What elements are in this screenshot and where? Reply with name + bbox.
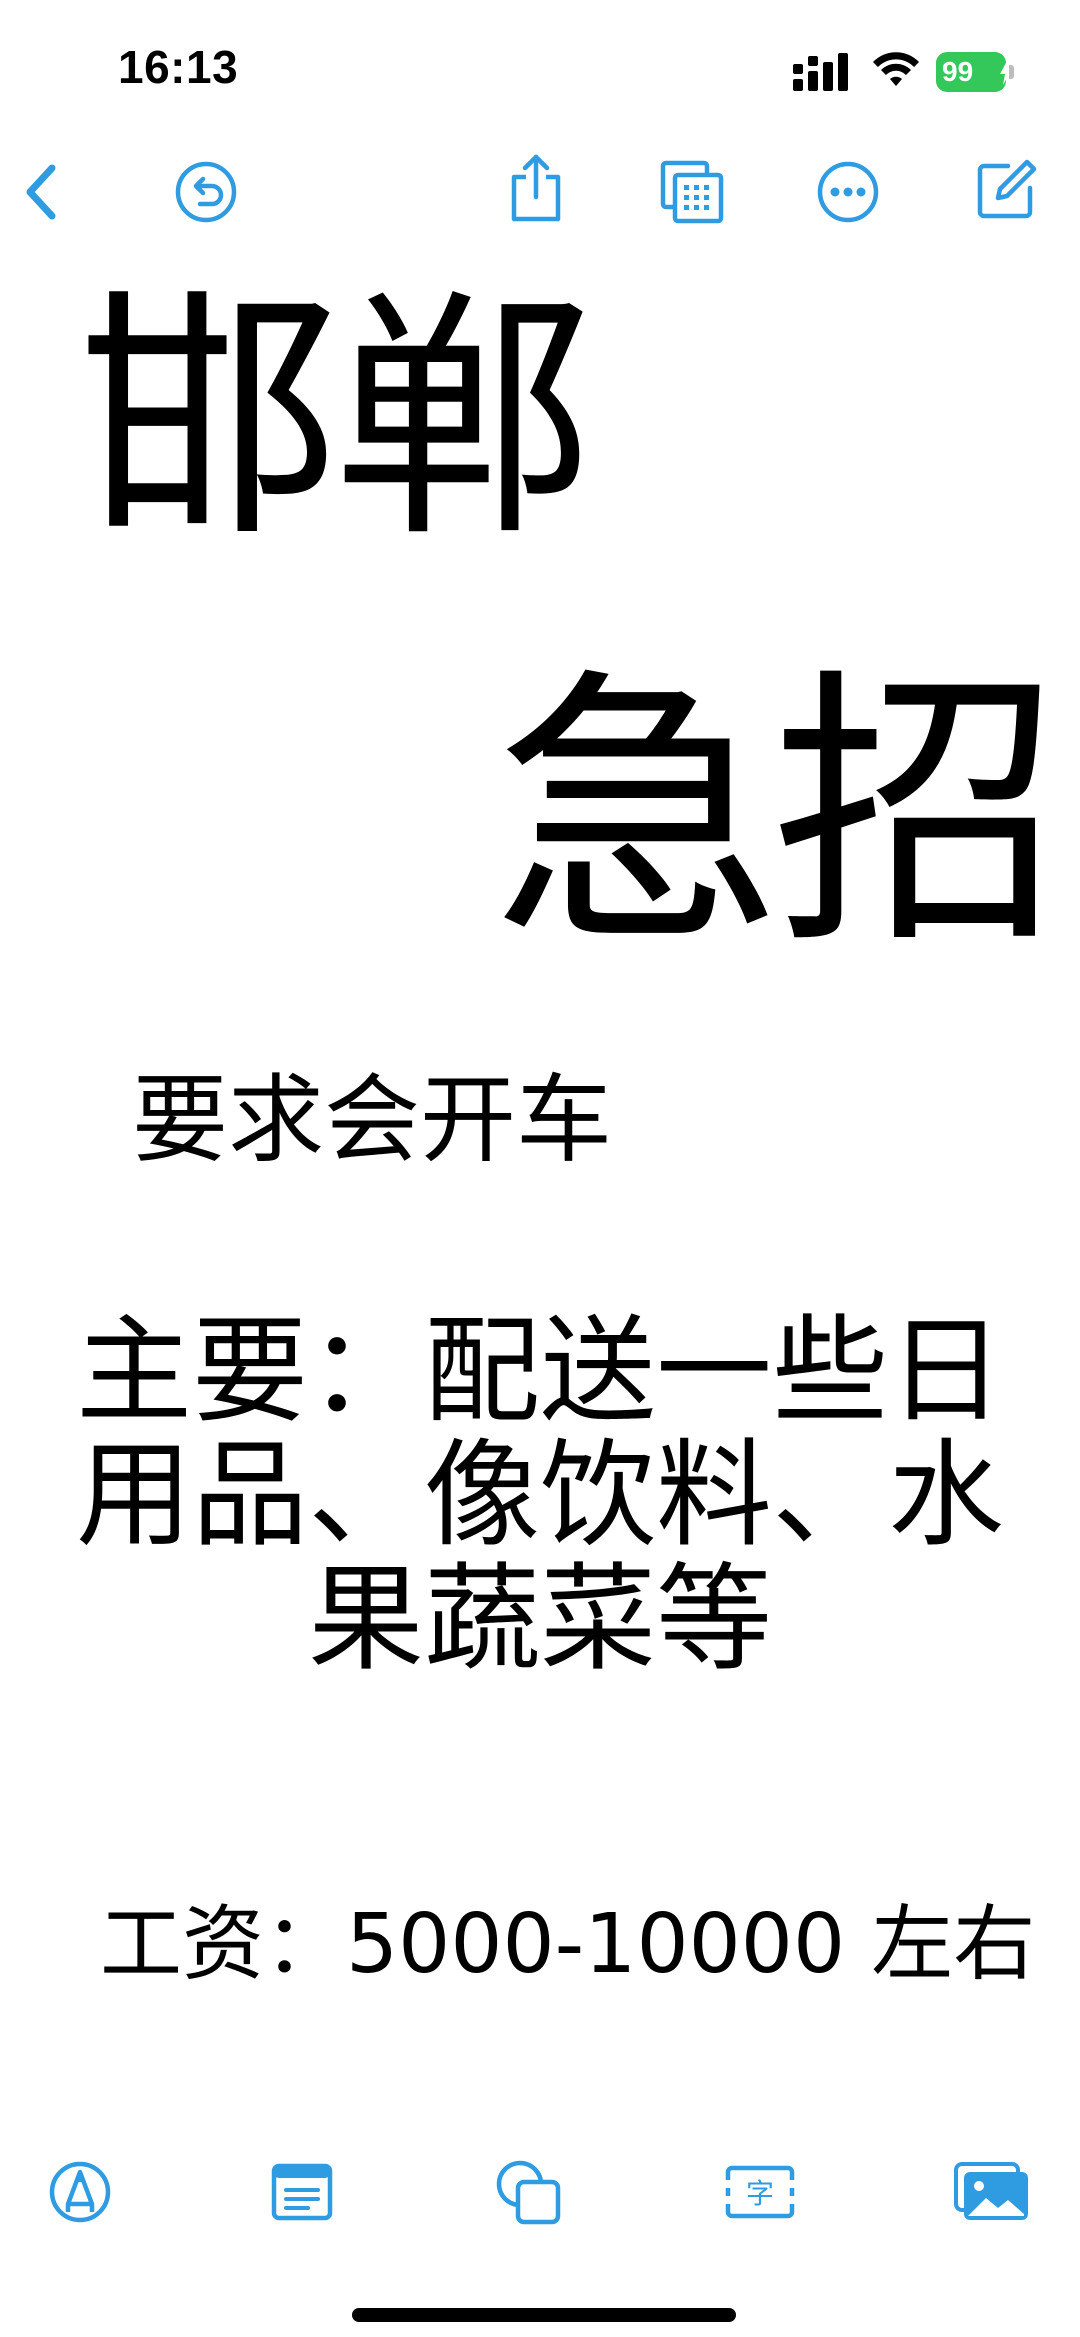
table-icon bbox=[271, 2163, 333, 2221]
table-button[interactable] bbox=[262, 2152, 342, 2232]
text-box-button[interactable]: 字 bbox=[720, 2152, 800, 2232]
shape-icon bbox=[496, 2160, 561, 2225]
text-icon: 字 bbox=[725, 2165, 795, 2219]
duties-text[interactable]: 主要：配送一些日用品、像饮料、水果蔬菜等 bbox=[40, 1310, 1040, 1682]
markup-icon bbox=[49, 2161, 111, 2223]
markup-button[interactable] bbox=[40, 2152, 120, 2232]
salary-text[interactable]: 工资：5000-10000 左右 bbox=[100, 1895, 1035, 1995]
headline-urgent-hiring[interactable]: 急招 bbox=[492, 650, 1062, 980]
svg-text:字: 字 bbox=[746, 2177, 774, 2210]
photo-icon bbox=[954, 2162, 1028, 2220]
photo-button[interactable] bbox=[952, 2152, 1032, 2232]
note-canvas[interactable]: 邯郸 急招 要求会开车 主要：配送一些日用品、像饮料、水果蔬菜等 工资：5000… bbox=[0, 0, 1080, 2337]
shape-button[interactable] bbox=[488, 2152, 568, 2232]
requirement-text[interactable]: 要求会开车 bbox=[132, 1065, 612, 1175]
home-indicator[interactable] bbox=[352, 2308, 736, 2322]
headline-city[interactable]: 邯郸 bbox=[78, 270, 596, 570]
